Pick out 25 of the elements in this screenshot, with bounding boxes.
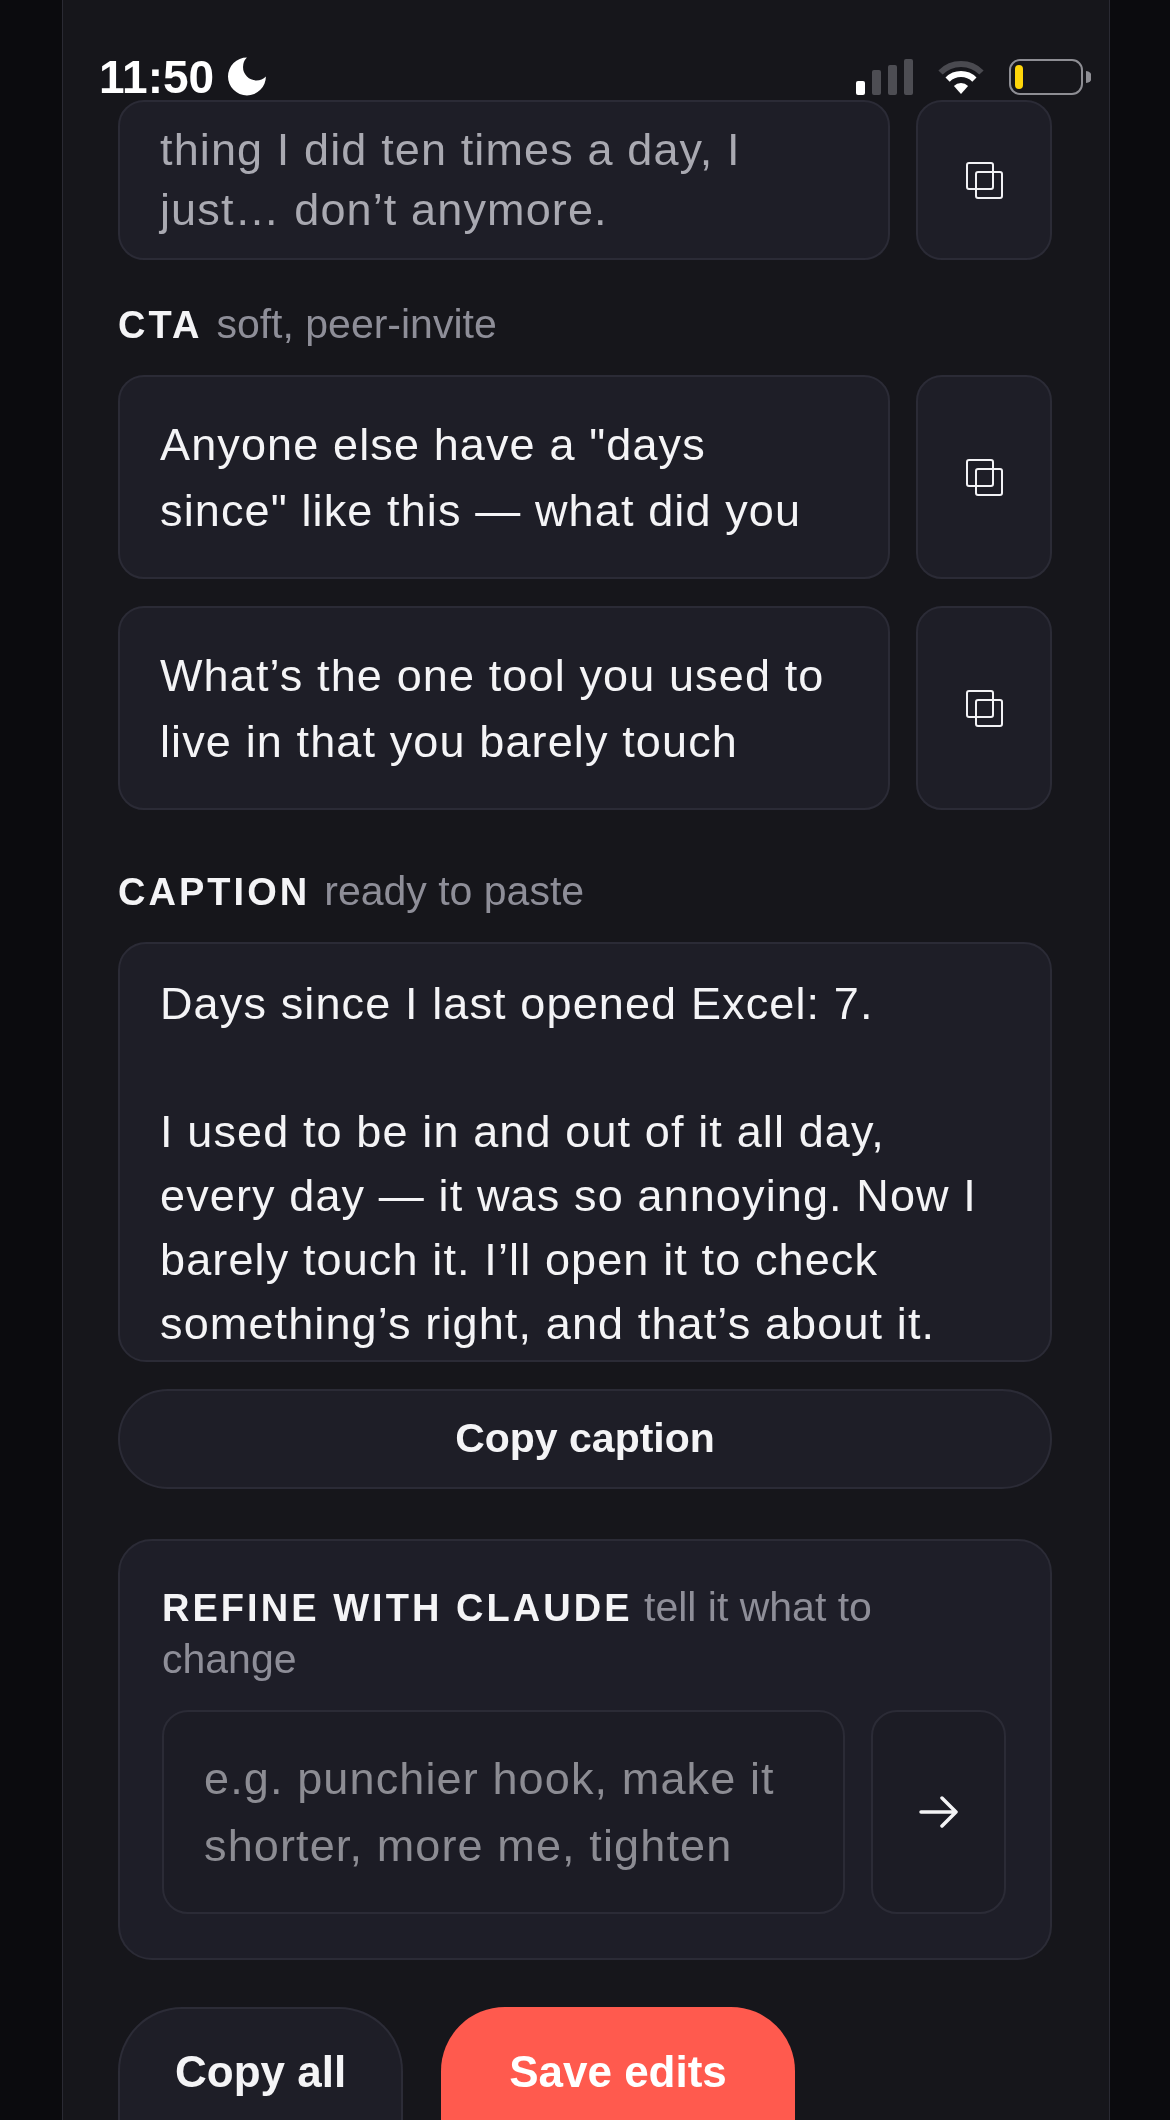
copy-all-button[interactable]: Copy all bbox=[118, 2007, 404, 2120]
signal-icon bbox=[856, 59, 913, 95]
copy-button[interactable] bbox=[916, 100, 1052, 260]
battery-icon bbox=[1009, 59, 1091, 95]
section-hint: soft, peer-invite bbox=[216, 300, 497, 348]
caption-text-field[interactable]: Days since I last opened Excel: 7. I used to be in and out of it all day, every day — it was so annoying. Now I barely touch it. I’ll open it to check something’s right, and that’s about it. bbox=[118, 942, 1052, 1362]
status-time: 11:50 bbox=[99, 56, 215, 98]
copy-icon bbox=[965, 689, 1003, 727]
refine-input[interactable]: e.g. punchier hook, make it shorter, more me, tighten bbox=[162, 1710, 845, 1914]
hook-text-field[interactable]: thing I did ten times a day, I just… don’t anymore. bbox=[118, 100, 890, 260]
copy-icon bbox=[965, 458, 1003, 496]
copy-icon bbox=[965, 161, 1003, 199]
section-hint: ready to paste bbox=[324, 867, 585, 915]
copy-button[interactable] bbox=[916, 606, 1052, 810]
moon-icon bbox=[228, 56, 269, 98]
arrow-right-icon bbox=[918, 1796, 959, 1828]
wifi-icon bbox=[937, 59, 985, 95]
copy-caption-button[interactable]: Copy caption bbox=[118, 1389, 1052, 1489]
section-label: CTA bbox=[118, 303, 203, 348]
send-button[interactable] bbox=[871, 1710, 1006, 1914]
copy-button[interactable] bbox=[916, 375, 1052, 579]
cta-text-field[interactable]: What’s the one tool you used to live in that you barely touch bbox=[118, 606, 890, 810]
cta-text-field[interactable]: Anyone else have a "days since" like this — what did you bbox=[118, 375, 890, 579]
refine-heading: REFINE WITH CLAUDE tell it what to change bbox=[162, 1583, 873, 1684]
section-label: CAPTION bbox=[118, 870, 311, 915]
